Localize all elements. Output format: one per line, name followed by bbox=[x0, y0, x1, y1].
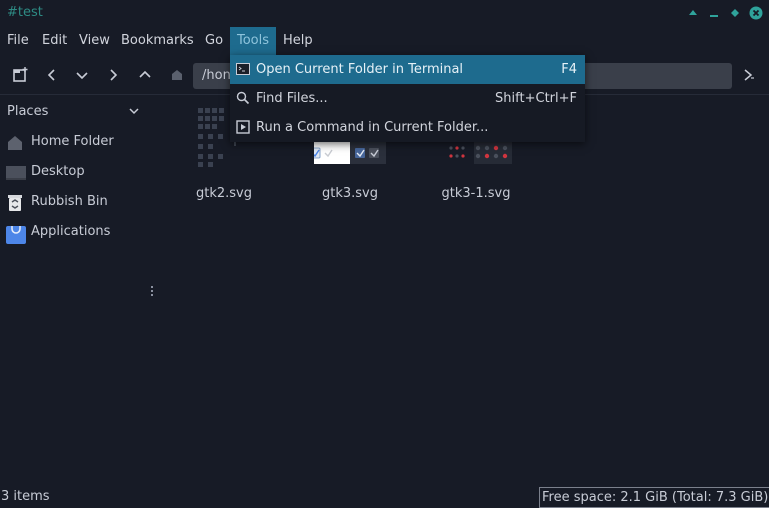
back-icon bbox=[47, 69, 55, 81]
file-name: gtk3-1.svg bbox=[441, 186, 511, 201]
menu-bar: File Edit View Bookmarks Go Tools Help bbox=[0, 27, 769, 55]
go-icon bbox=[744, 69, 754, 81]
new-tab-icon bbox=[13, 67, 28, 82]
window-title: #test bbox=[7, 5, 43, 20]
back-button[interactable] bbox=[41, 64, 63, 86]
sidebar-resize-handle[interactable] bbox=[150, 284, 154, 298]
sidebar-item-desktop[interactable]: Desktop bbox=[0, 158, 150, 188]
chevron-down-icon bbox=[76, 72, 88, 80]
parent-folder-button[interactable] bbox=[134, 64, 156, 86]
trash-icon bbox=[6, 194, 24, 212]
shade-icon bbox=[689, 10, 697, 15]
minimize-button[interactable] bbox=[707, 6, 721, 20]
file-manager-window: #test File Edit View Bookmarks Go Tools … bbox=[0, 0, 769, 508]
menu-item-label: Open Current Folder in Terminal bbox=[256, 62, 464, 77]
sidebar-item-label: Rubbish Bin bbox=[31, 194, 108, 209]
home-icon bbox=[172, 70, 182, 80]
places-header[interactable]: Places bbox=[7, 104, 48, 119]
forward-icon bbox=[110, 69, 118, 81]
home-button[interactable] bbox=[166, 64, 188, 86]
applications-icon bbox=[6, 224, 26, 244]
shade-button[interactable] bbox=[686, 6, 700, 20]
menu-view[interactable]: View bbox=[72, 27, 117, 55]
maximize-button[interactable] bbox=[728, 6, 742, 20]
menu-item-label: Run a Command in Current Folder... bbox=[256, 120, 489, 135]
free-space: Free space: 2.1 GiB (Total: 7.3 GiB) bbox=[539, 487, 769, 508]
location-path: /hon bbox=[202, 68, 231, 83]
places-toggle[interactable] bbox=[128, 105, 140, 121]
menu-item-shortcut: F4 bbox=[561, 62, 577, 77]
terminal-icon bbox=[236, 62, 250, 76]
sidebar-item-applications[interactable]: Applications bbox=[0, 218, 150, 248]
menu-item-run-command[interactable]: Run a Command in Current Folder... bbox=[230, 113, 585, 142]
new-tab-button[interactable] bbox=[9, 64, 31, 86]
sidebar-item-label: Home Folder bbox=[31, 134, 114, 149]
sidebar: Places Home Folder Desktop Rubbish Bin A… bbox=[0, 96, 150, 488]
menu-file[interactable]: File bbox=[0, 27, 36, 55]
close-button[interactable] bbox=[749, 6, 763, 20]
item-count: 3 items bbox=[1, 489, 50, 504]
history-button[interactable] bbox=[71, 64, 93, 86]
run-command-icon bbox=[236, 120, 250, 134]
chevron-down-icon bbox=[129, 108, 139, 115]
menu-help[interactable]: Help bbox=[276, 27, 320, 55]
title-bar: #test bbox=[0, 0, 769, 27]
desktop-icon bbox=[6, 164, 26, 182]
home-folder-icon bbox=[6, 134, 24, 152]
menu-edit[interactable]: Edit bbox=[35, 27, 74, 55]
sidebar-item-label: Applications bbox=[31, 224, 111, 239]
sidebar-item-rubbish-bin[interactable]: Rubbish Bin bbox=[0, 188, 150, 218]
menu-bookmarks[interactable]: Bookmarks bbox=[114, 27, 201, 55]
sidebar-item-label: Desktop bbox=[31, 164, 85, 179]
maximize-icon bbox=[731, 9, 739, 17]
menu-item-open-terminal[interactable]: Open Current Folder in Terminal F4 bbox=[230, 55, 585, 84]
go-button[interactable] bbox=[738, 64, 760, 86]
up-icon bbox=[139, 70, 151, 78]
tools-menu-dropdown: Open Current Folder in Terminal F4 Find … bbox=[230, 55, 585, 142]
menu-item-find-files[interactable]: Find Files... Shift+Ctrl+F bbox=[230, 84, 585, 113]
menu-item-label: Find Files... bbox=[256, 91, 328, 106]
minimize-icon bbox=[710, 15, 718, 17]
menu-item-shortcut: Shift+Ctrl+F bbox=[495, 91, 577, 106]
search-icon bbox=[236, 91, 250, 105]
forward-button[interactable] bbox=[102, 64, 124, 86]
sidebar-item-home-folder[interactable]: Home Folder bbox=[0, 128, 150, 158]
file-name: gtk3.svg bbox=[322, 186, 378, 201]
menu-tools[interactable]: Tools bbox=[230, 27, 277, 55]
file-name: gtk2.svg bbox=[196, 186, 252, 201]
close-icon bbox=[749, 6, 763, 20]
menu-go[interactable]: Go bbox=[198, 27, 230, 55]
